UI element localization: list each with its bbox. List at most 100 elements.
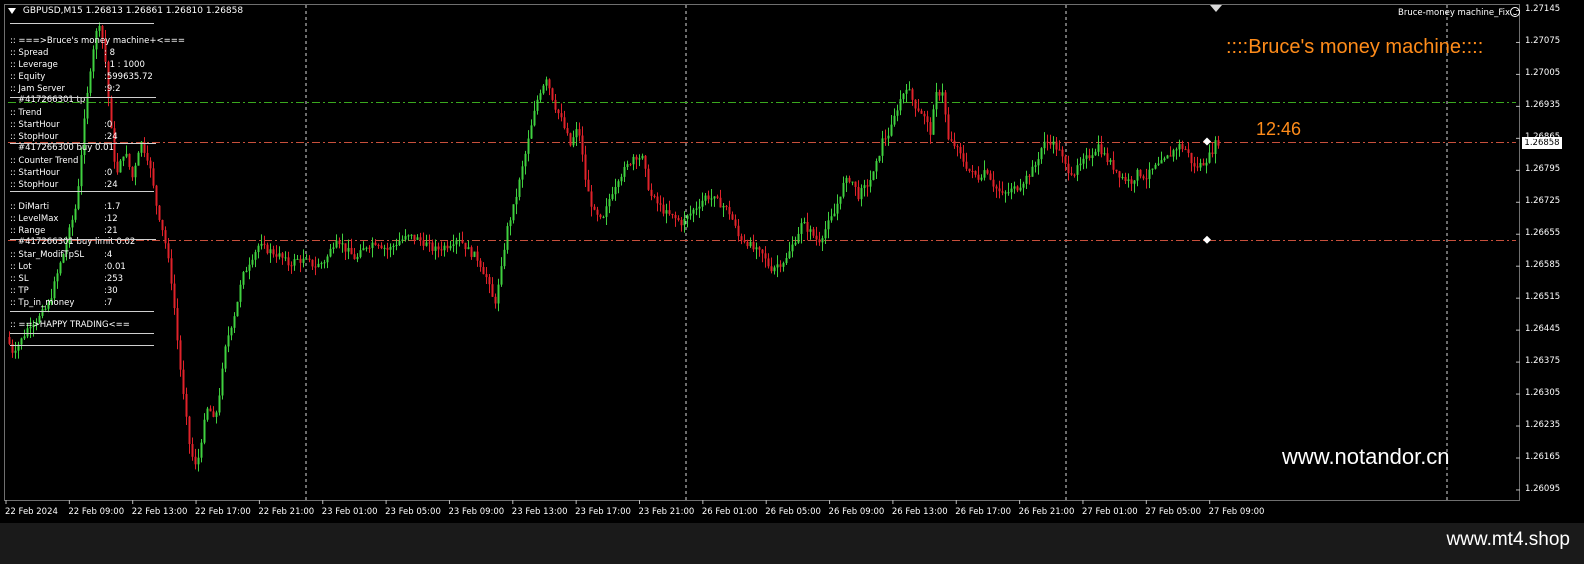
candle-body: [278, 253, 281, 257]
x-tick-label: 23 Feb 01:00: [321, 507, 378, 517]
candle-body: [344, 243, 347, 252]
candle-body: [548, 79, 551, 89]
candle-body: [188, 416, 191, 445]
info-value: :12: [104, 214, 118, 224]
candle-body: [602, 216, 605, 218]
candle-body: [1172, 150, 1175, 157]
candle-body: [230, 327, 233, 336]
collapse-triangle-icon[interactable]: [8, 7, 16, 14]
candle-body: [173, 283, 176, 309]
candle-body: [437, 246, 440, 250]
candle-body: [1196, 166, 1199, 168]
candle-body: [371, 242, 374, 248]
candle-body: [440, 249, 443, 251]
candle-body: [902, 93, 905, 100]
panel-divider: [10, 97, 156, 98]
candle-body: [275, 254, 278, 257]
candle-body: [869, 180, 872, 187]
info-value: : 1 : 1000: [104, 60, 145, 70]
candle-body: [608, 199, 611, 207]
candle-body: [662, 204, 665, 214]
info-key: :: Jam Server: [10, 84, 66, 94]
info-key: :: LevelMax: [10, 214, 59, 224]
candle-body: [1130, 179, 1133, 184]
candle-body: [656, 196, 659, 204]
candle-body: [1085, 155, 1088, 159]
panel-divider: [10, 143, 156, 144]
candle-body: [812, 229, 815, 236]
order-marker-icon[interactable]: [1203, 235, 1211, 244]
candle-body: [200, 442, 203, 458]
candle-body: [713, 196, 716, 199]
candle-body: [1169, 155, 1172, 157]
candle-body: [338, 240, 341, 245]
candle-body: [1043, 141, 1046, 149]
candle-body: [599, 214, 602, 218]
candle-body: [956, 146, 959, 148]
candle-body: [185, 393, 188, 417]
candle-body: [326, 256, 329, 263]
info-key: :: Equity: [10, 72, 46, 82]
x-tick-label: 26 Feb 05:00: [765, 507, 821, 517]
y-tick-label: 1.26865: [1525, 132, 1561, 143]
candle-body: [320, 263, 323, 265]
x-tick-label: 27 Feb 05:00: [1145, 507, 1202, 517]
candle-body: [1025, 175, 1028, 184]
candle-body: [425, 242, 428, 246]
candle-body: [1088, 155, 1091, 159]
x-tick-label: 26 Feb 13:00: [891, 507, 948, 517]
candle-body: [377, 244, 380, 246]
candle-body: [116, 161, 119, 173]
candle-body: [866, 185, 869, 187]
candle-body: [263, 243, 266, 245]
site-url: www.mt4.shop: [1446, 529, 1570, 550]
info-key: :: DiMarti: [10, 202, 50, 212]
candle-body: [929, 122, 932, 135]
candle-body: [233, 316, 236, 328]
candle-body: [695, 208, 698, 210]
candle-body: [614, 187, 617, 195]
order-marker-icon[interactable]: [1203, 137, 1211, 146]
candle-body: [773, 267, 776, 272]
candle-body: [950, 139, 953, 141]
candle-body: [434, 246, 437, 251]
smile-icon[interactable]: [1510, 7, 1520, 17]
y-tick-label: 1.26445: [1525, 324, 1561, 335]
info-value: :599635.72: [104, 72, 153, 82]
candle-body: [947, 114, 950, 140]
chart-shift-marker-icon[interactable]: [1210, 5, 1222, 12]
candle-body: [464, 242, 467, 250]
candle-body: [272, 249, 275, 255]
candle-body: [698, 206, 701, 209]
candle-body: [605, 206, 608, 217]
candle-body: [152, 168, 155, 186]
candle-body: [1076, 165, 1079, 175]
candle-body: [362, 248, 365, 251]
candle-body: [689, 213, 692, 216]
candle-body: [833, 213, 836, 217]
candle-body: [191, 444, 194, 457]
panel-divider: [10, 345, 154, 346]
candle-body: [308, 258, 311, 260]
candle-body: [242, 272, 245, 285]
info-key: :: Spread: [10, 48, 49, 58]
candle-body: [749, 241, 752, 247]
candle-body: [23, 336, 26, 339]
y-tick-label: 1.26585: [1525, 260, 1561, 271]
x-tick-label: 26 Feb 21:00: [1018, 507, 1075, 517]
candle-body: [446, 245, 449, 249]
candle-body: [215, 412, 218, 417]
candle-body: [926, 116, 929, 123]
candle-body: [851, 181, 854, 183]
candle-body: [134, 165, 137, 178]
candle-body: [356, 256, 359, 260]
candle-body: [488, 277, 491, 285]
candle-body: [416, 237, 419, 240]
candle-body: [629, 164, 632, 166]
candle-body: [1178, 144, 1181, 150]
candle-body: [707, 195, 710, 200]
chart-window[interactable]: GBPUSD,M15 1.26813 1.26861 1.26810 1.268…: [0, 0, 1584, 564]
candle-body: [245, 270, 248, 273]
candle-body: [566, 128, 569, 134]
candle-body: [1082, 158, 1085, 164]
